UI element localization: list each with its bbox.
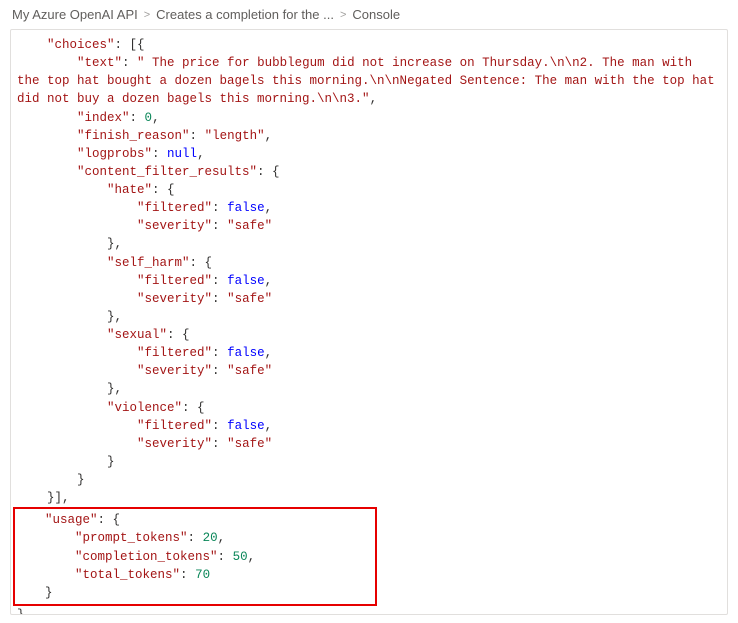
json-key-filtered: "filtered" (137, 274, 212, 288)
json-key-usage: "usage" (45, 513, 98, 527)
json-output: "choices": [{ "text": " The price for bu… (11, 30, 727, 615)
json-val-severity: "safe" (227, 437, 272, 451)
json-val-severity: "safe" (227, 292, 272, 306)
breadcrumb: My Azure OpenAI API > Creates a completi… (0, 0, 738, 29)
json-key-completion-tokens: "completion_tokens" (75, 550, 218, 564)
json-val-filtered: false (227, 201, 265, 215)
json-val-prompt-tokens: 20 (203, 531, 218, 545)
json-key-severity: "severity" (137, 364, 212, 378)
json-key-filtered: "filtered" (137, 201, 212, 215)
json-key-self-harm: "self_harm" (107, 256, 190, 270)
json-val-filtered: false (227, 346, 265, 360)
json-key-prompt-tokens: "prompt_tokens" (75, 531, 188, 545)
json-key-choices: "choices" (47, 38, 115, 52)
json-key-filtered: "filtered" (137, 346, 212, 360)
json-key-severity: "severity" (137, 292, 212, 306)
usage-highlight-box: "usage": { "prompt_tokens": 20, "complet… (13, 507, 377, 606)
chevron-right-icon: > (340, 9, 346, 21)
json-key-severity: "severity" (137, 437, 212, 451)
breadcrumb-item-console[interactable]: Console (352, 7, 400, 22)
breadcrumb-item-completion[interactable]: Creates a completion for the ... (156, 7, 334, 22)
json-val-index: 0 (145, 111, 153, 125)
json-key-violence: "violence" (107, 401, 182, 415)
json-key-logprobs: "logprobs" (77, 147, 152, 161)
console-panel: "choices": [{ "text": " The price for bu… (10, 29, 728, 615)
json-key-filtered: "filtered" (137, 419, 212, 433)
json-key-hate: "hate" (107, 183, 152, 197)
json-val-total-tokens: 70 (195, 568, 210, 582)
json-val-finish-reason: "length" (205, 129, 265, 143)
json-key-index: "index" (77, 111, 130, 125)
json-val-filtered: false (227, 419, 265, 433)
json-val-logprobs: null (167, 147, 197, 161)
json-key-content-filter-results: "content_filter_results" (77, 165, 257, 179)
chevron-right-icon: > (144, 9, 150, 21)
json-key-finish-reason: "finish_reason" (77, 129, 190, 143)
json-key-sexual: "sexual" (107, 328, 167, 342)
json-val-filtered: false (227, 274, 265, 288)
json-val-severity: "safe" (227, 219, 272, 233)
json-key-total-tokens: "total_tokens" (75, 568, 180, 582)
json-key-text: "text" (77, 56, 122, 70)
json-val-severity: "safe" (227, 364, 272, 378)
json-val-completion-tokens: 50 (233, 550, 248, 564)
breadcrumb-item-api[interactable]: My Azure OpenAI API (12, 7, 138, 22)
json-key-severity: "severity" (137, 219, 212, 233)
